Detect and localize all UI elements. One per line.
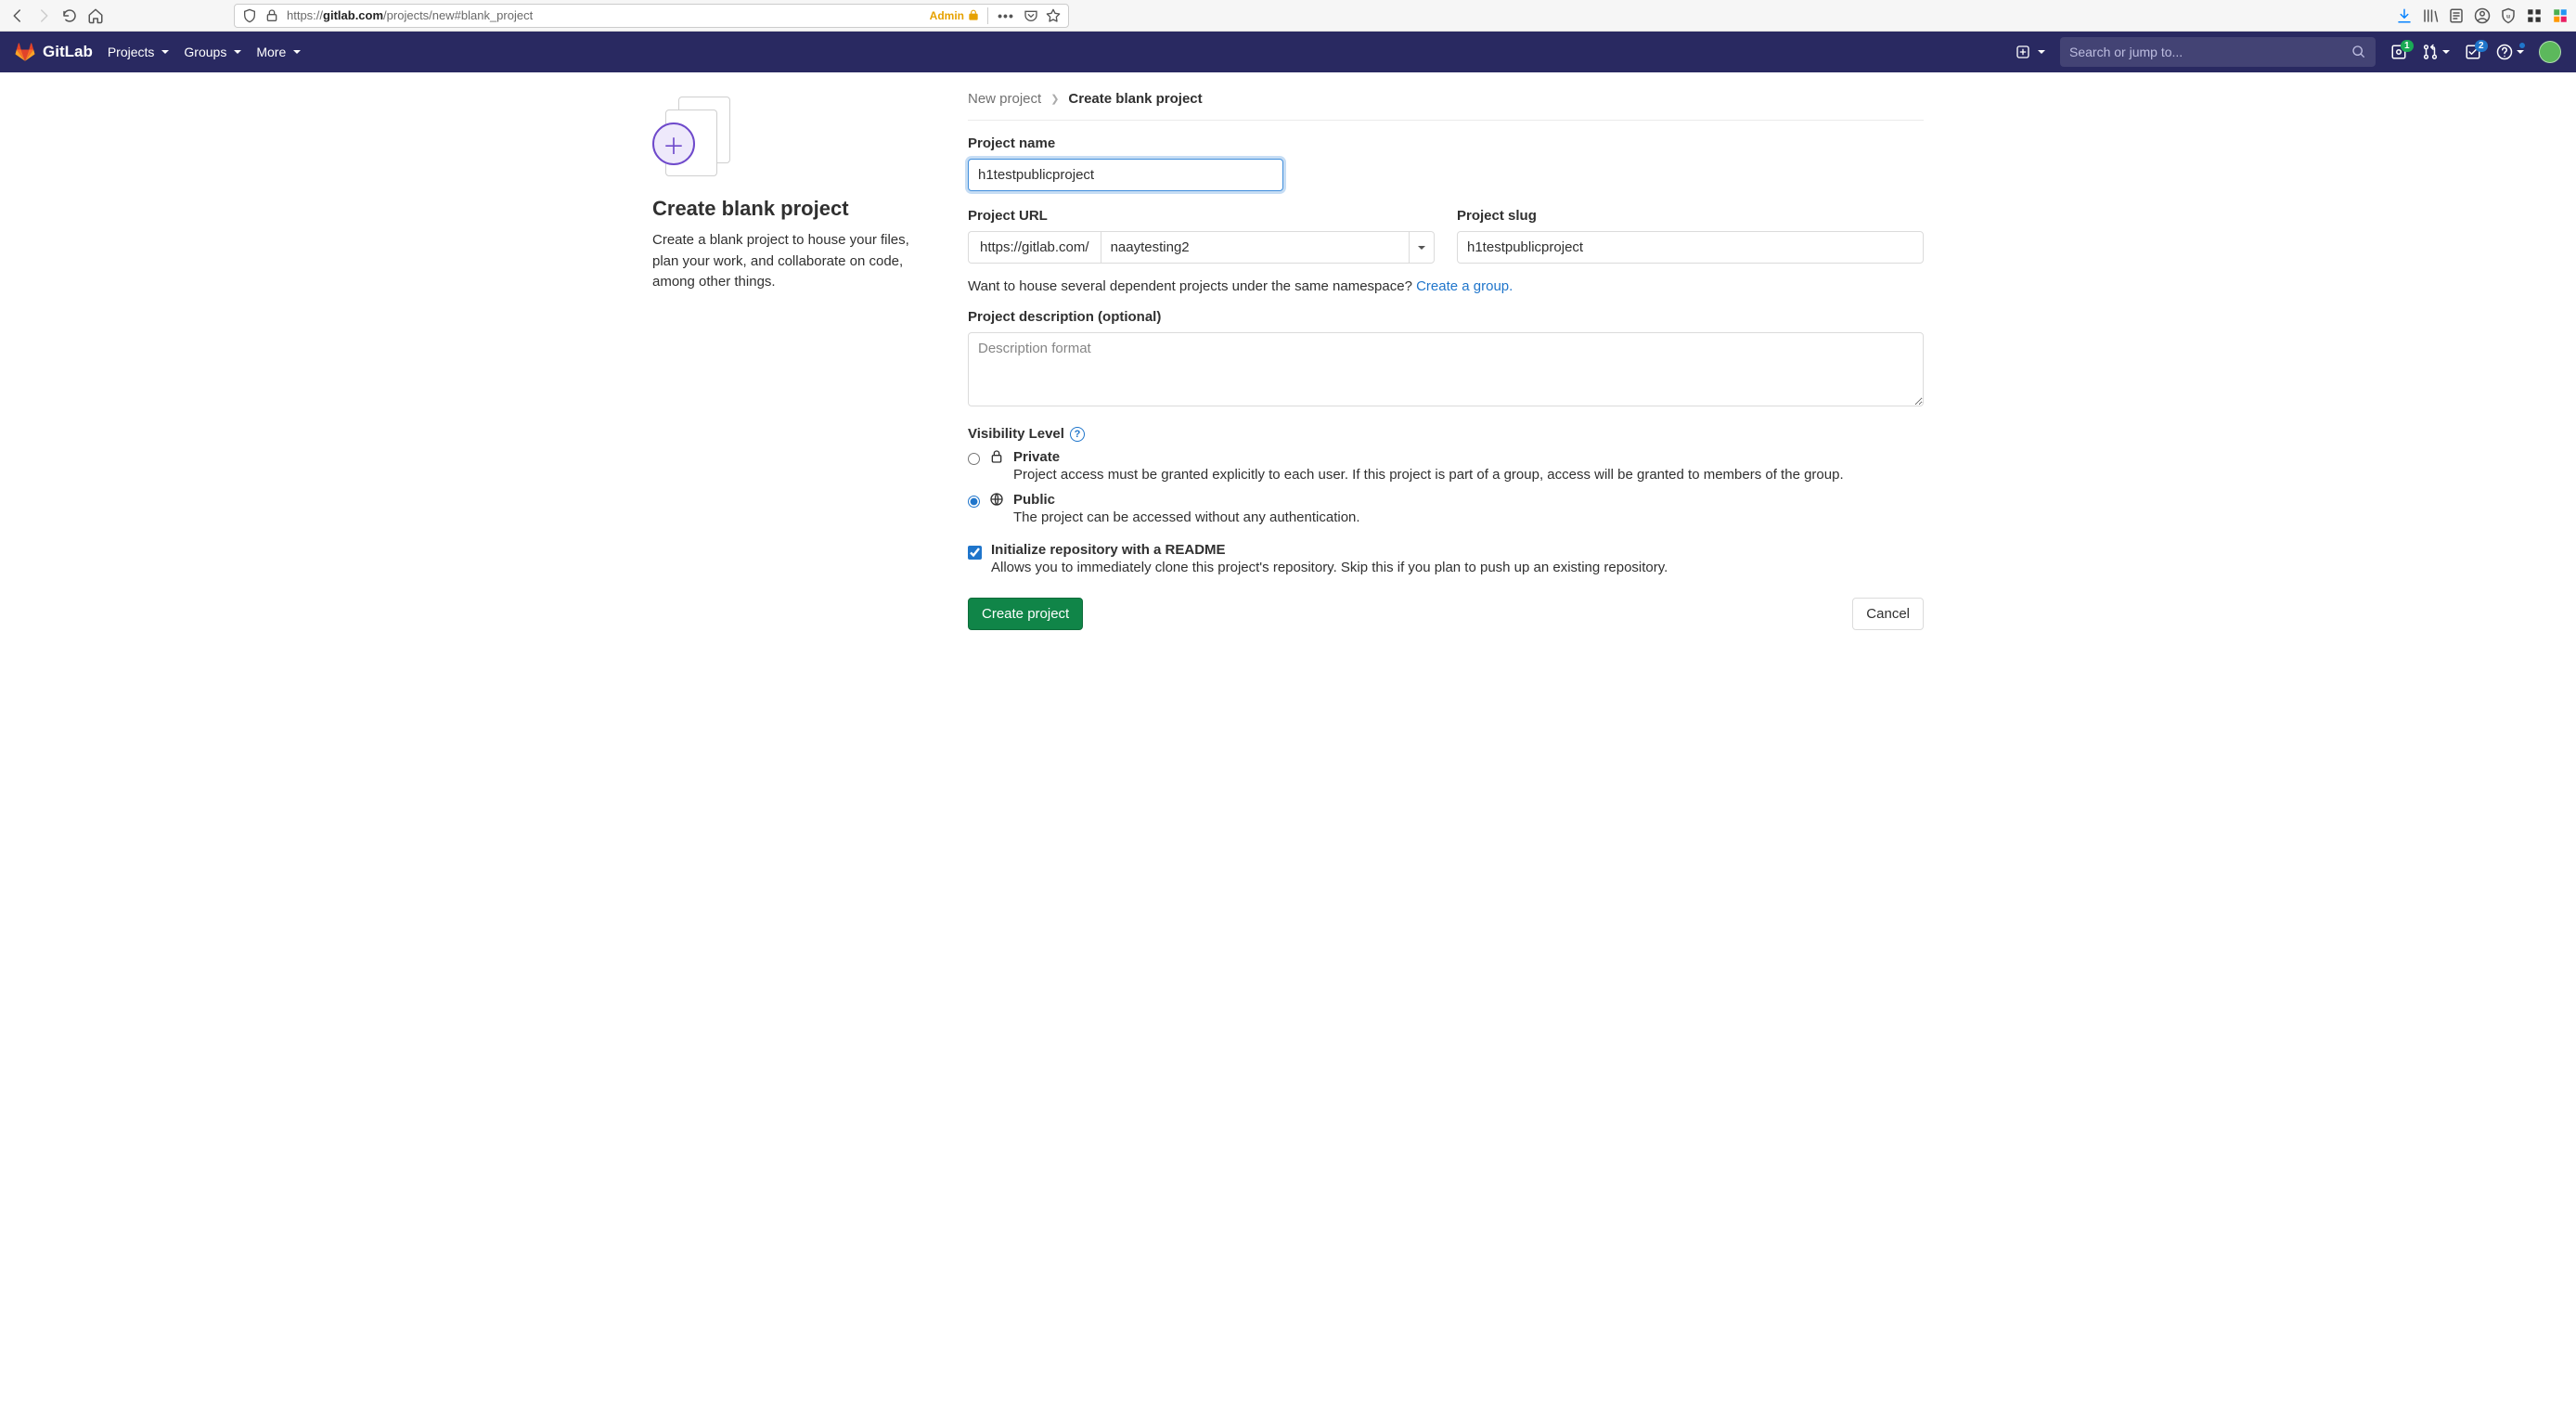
nav-todos[interactable]: 2 [2465, 44, 2481, 60]
search-icon [2351, 45, 2366, 59]
description-label: Project description (optional) [968, 309, 1924, 325]
namespace-hint: Want to house several dependent projects… [968, 278, 1924, 294]
project-name-input[interactable] [968, 159, 1283, 191]
page-title: Create blank project [652, 197, 931, 221]
account-icon[interactable] [2474, 7, 2491, 24]
browser-toolbar-right: u [2396, 7, 2569, 24]
nav-forward-button [33, 6, 54, 26]
readme-option[interactable]: Initialize repository with a README Allo… [968, 542, 1924, 575]
nav-issues[interactable]: 1 [2390, 44, 2407, 60]
form-column: New project ❯ Create blank project Proje… [968, 91, 1924, 630]
nav-search[interactable] [2060, 37, 2376, 67]
globe-icon [989, 492, 1004, 507]
breadcrumb: New project ❯ Create blank project [968, 91, 1924, 121]
breadcrumb-parent[interactable]: New project [968, 91, 1041, 107]
visibility-label: Visibility Level ? [968, 426, 1924, 442]
search-input[interactable] [2069, 45, 2351, 59]
gitlab-logo[interactable]: GitLab [15, 42, 93, 62]
browser-chrome: https://gitlab.com/projects/new#blank_pr… [0, 0, 2576, 32]
nav-new-button[interactable] [2016, 45, 2045, 59]
cancel-button[interactable]: Cancel [1852, 598, 1924, 630]
ublock-icon[interactable]: u [2500, 7, 2517, 24]
gitlab-navbar: GitLab Projects Groups More 1 2 [0, 32, 2576, 72]
svg-text:u: u [2506, 13, 2510, 19]
nav-back-button[interactable] [7, 6, 28, 26]
address-bar[interactable]: https://gitlab.com/projects/new#blank_pr… [234, 4, 1069, 28]
nav-help[interactable] [2496, 44, 2524, 60]
merge-request-icon [2422, 44, 2439, 60]
project-slug-input[interactable] [1457, 231, 1924, 264]
nav-more[interactable]: More [256, 45, 301, 59]
breadcrumb-current: Create blank project [1068, 91, 1202, 107]
notification-dot [2518, 42, 2526, 49]
gitlab-logo-icon [15, 42, 35, 62]
downloads-icon[interactable] [2396, 7, 2413, 24]
project-name-label: Project name [968, 135, 1924, 151]
visibility-private-radio[interactable] [968, 453, 980, 465]
page-actions-icon[interactable]: ••• [996, 6, 1016, 26]
pocket-icon[interactable] [1024, 8, 1038, 23]
project-slug-group: Project slug [1457, 208, 1924, 264]
readme-label: Initialize repository with a README [991, 542, 1668, 558]
visibility-public-radio[interactable] [968, 496, 980, 508]
project-slug-label: Project slug [1457, 208, 1924, 224]
namespace-dropdown-caret[interactable] [1409, 231, 1435, 264]
visibility-help-icon[interactable]: ? [1070, 427, 1085, 442]
lock-icon [264, 8, 279, 23]
separator [987, 7, 988, 24]
nav-projects[interactable]: Projects [108, 45, 170, 59]
create-project-button[interactable]: Create project [968, 598, 1083, 630]
project-url-group: Project URL https://gitlab.com/ naaytest… [968, 208, 1435, 264]
reload-button[interactable] [59, 6, 80, 26]
ext-grid-icon[interactable] [2526, 7, 2543, 24]
url-prefix: https://gitlab.com/ [968, 231, 1101, 264]
library-icon[interactable] [2422, 7, 2439, 24]
reader-icon[interactable] [2448, 7, 2465, 24]
user-avatar[interactable] [2539, 41, 2561, 63]
tracking-shield-icon [242, 8, 257, 23]
readme-description: Allows you to immediately clone this pro… [991, 560, 1668, 575]
readme-checkbox[interactable] [968, 546, 982, 560]
issues-count: 1 [2401, 40, 2414, 52]
page-content: ＋ Create blank project Create a blank pr… [625, 72, 1951, 667]
form-actions: Create project Cancel [968, 598, 1924, 630]
nav-groups[interactable]: Groups [184, 45, 241, 59]
create-group-link[interactable]: Create a group. [1416, 278, 1513, 294]
admin-badge: Admin [930, 9, 980, 22]
nav-merge-requests[interactable] [2422, 44, 2450, 60]
help-icon [2496, 44, 2513, 60]
home-button[interactable] [85, 6, 106, 26]
page-description: Create a blank project to house your fil… [652, 230, 931, 293]
blank-project-icon: ＋ [652, 97, 734, 180]
bookmark-star-icon[interactable] [1046, 8, 1061, 23]
plus-box-icon [2016, 45, 2030, 59]
project-url-label: Project URL [968, 208, 1435, 224]
namespace-select[interactable]: naaytesting2 [1101, 231, 1409, 264]
url-text: https://gitlab.com/projects/new#blank_pr… [287, 8, 922, 22]
visibility-private-option[interactable]: Private Project access must be granted e… [968, 449, 1924, 483]
todos-count: 2 [2475, 40, 2488, 52]
gitlab-wordmark: GitLab [43, 43, 93, 61]
left-column: ＋ Create blank project Create a blank pr… [652, 91, 931, 630]
breadcrumb-separator: ❯ [1050, 93, 1059, 105]
ext-color-icon[interactable] [2552, 7, 2569, 24]
lock-icon [989, 449, 1004, 464]
description-textarea[interactable] [968, 332, 1924, 406]
visibility-public-option[interactable]: Public The project can be accessed witho… [968, 492, 1924, 525]
